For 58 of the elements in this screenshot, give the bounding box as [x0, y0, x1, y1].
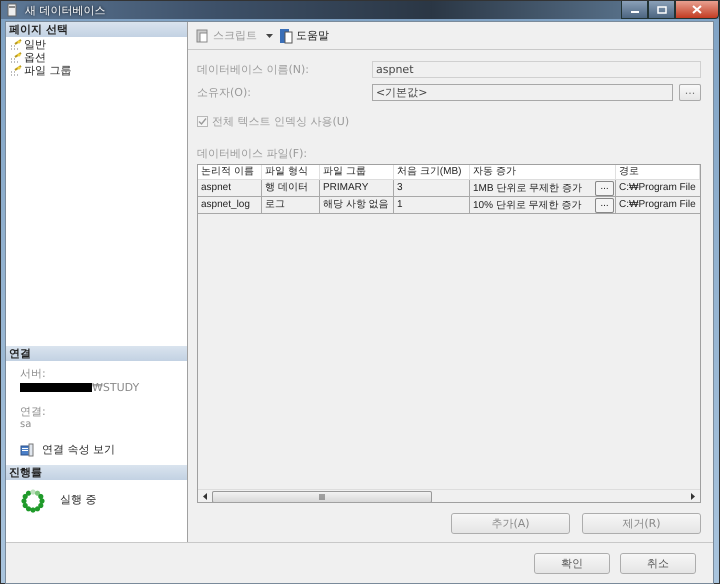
help-book-icon [279, 28, 293, 44]
column-header[interactable]: 자동 증가 [470, 165, 616, 179]
server-label: 서버: [20, 366, 47, 381]
ellipsis-button[interactable]: ... [595, 198, 614, 212]
scrollbar-thumb[interactable] [212, 490, 432, 502]
database-files-label: 데이터베이스 파일(F): [197, 146, 308, 161]
connection-label: 연결: [20, 404, 47, 419]
page-item[interactable]: 파일 그룹 [10, 64, 187, 77]
scroll-left-icon [202, 492, 208, 500]
dropdown-caret-icon [266, 34, 273, 38]
ok-button[interactable]: 확인 [534, 552, 610, 574]
grip-icon [319, 494, 325, 500]
window-icon [7, 3, 17, 17]
table-cell: 1 [394, 197, 470, 213]
cancel-button[interactable]: 취소 [620, 552, 696, 574]
table-cell: 행 데이터 [262, 180, 320, 196]
table-cell-text: 10% 단위로 무제한 증가 [473, 198, 582, 212]
table-cell: aspnet_log [198, 197, 262, 213]
scroll-right-icon [690, 492, 696, 500]
owner-label: 소유자(O): [197, 85, 252, 100]
section-header: 페이지 선택 [6, 22, 187, 37]
page-icon [10, 65, 22, 76]
close-icon [692, 5, 702, 14]
table-cell: aspnet [198, 180, 262, 196]
page-item[interactable]: 일반 [10, 38, 187, 51]
table-cell: 3 [394, 180, 470, 196]
connection-value: sa [20, 419, 32, 430]
column-header[interactable]: 경로 [616, 165, 700, 179]
section-header: 연결 [6, 346, 187, 361]
column-header[interactable]: 처음 크기(MB) [394, 165, 470, 179]
maximize-icon [656, 6, 666, 14]
redaction-bar [20, 383, 92, 392]
column-header[interactable]: 논리적 이름 [198, 165, 262, 179]
table-cell-text: C:₩Program File [618, 198, 697, 212]
ellipsis-button[interactable]: ... [595, 180, 614, 196]
fulltext-indexing-label: 전체 텍스트 인덱싱 사용(U) [212, 114, 350, 129]
properties-icon [20, 442, 34, 456]
table-cell: 해당 사항 없음 [320, 197, 394, 213]
progress-status: 실행 중 [60, 492, 96, 507]
minimize-button[interactable] [621, 1, 648, 19]
close-button[interactable] [675, 1, 719, 19]
page-icon [10, 39, 22, 50]
column-header[interactable]: 파일 형식 [262, 165, 320, 179]
maximize-button[interactable] [648, 1, 675, 19]
table-cell: 로그 [262, 197, 320, 213]
database-name-label: 데이터베이스 이름(N): [197, 62, 310, 77]
column-header[interactable]: 파일 그룹 [320, 165, 394, 179]
help-button[interactable]: 도움말 [279, 28, 329, 44]
window-title: 새 데이터베이스 [25, 2, 106, 18]
table-cell-text: 1MB 단위로 무제한 증가 [473, 182, 583, 196]
spinner-icon [20, 488, 46, 514]
table-cell: PRIMARY [320, 180, 394, 196]
table-cell-text: C:₩Program File [618, 181, 697, 195]
view-connection-properties-link[interactable]: 연결 속성 보기 [42, 442, 115, 457]
page-item[interactable]: 옵션 [10, 51, 187, 64]
section-header: 진행률 [6, 465, 187, 480]
page-icon [10, 52, 22, 63]
server-value: ₩STUDY [92, 381, 140, 394]
